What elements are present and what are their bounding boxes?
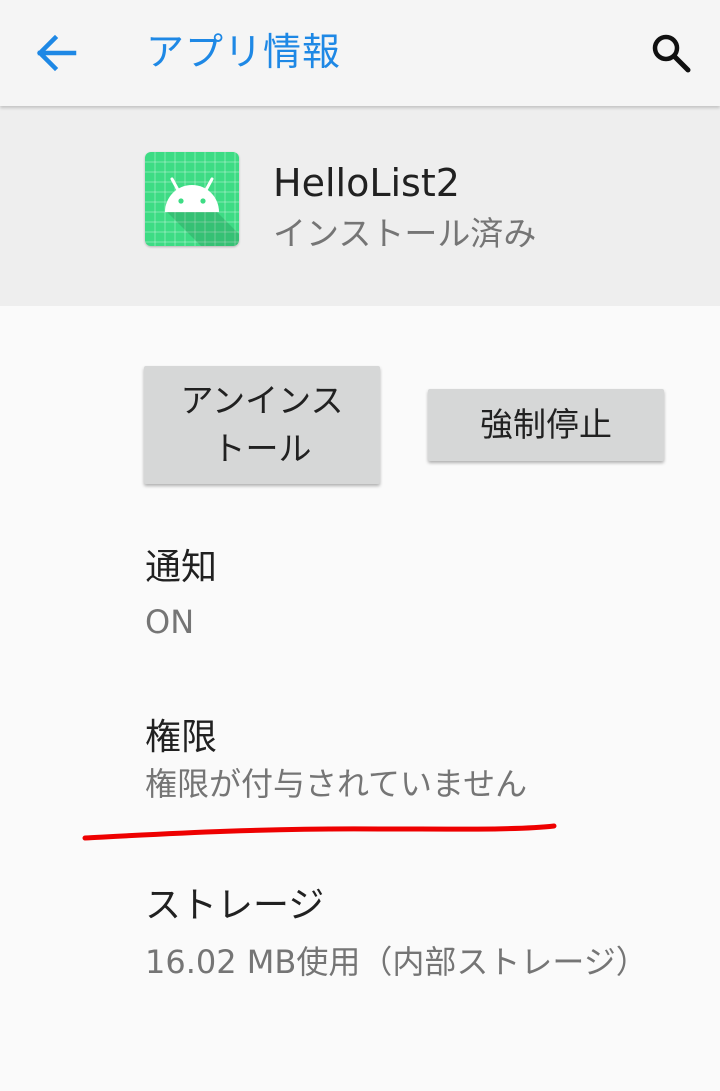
app-bar: アプリ情報 <box>0 0 720 106</box>
app-name: HelloList2 <box>273 161 460 205</box>
arrow-back-icon <box>36 34 77 72</box>
force-stop-button[interactable]: 強制停止 <box>428 389 664 461</box>
android-icon <box>145 152 239 246</box>
notifications-preference[interactable]: 通知 ON <box>145 542 645 648</box>
search-button[interactable] <box>648 30 694 76</box>
preference-title: ストレージ <box>145 885 325 926</box>
storage-preference[interactable]: ストレージ 16.02 MB使用（内部ストレージ） <box>145 880 648 988</box>
red-underline-annotation <box>82 823 557 841</box>
preference-summary: 権限が付与されていません <box>145 765 528 803</box>
search-icon <box>652 34 691 73</box>
preference-summary: 16.02 MB使用（内部ストレージ） <box>145 943 648 981</box>
preference-title: 権限 <box>145 717 218 758</box>
uninstall-button[interactable]: アンインストール <box>144 366 380 484</box>
permissions-preference[interactable]: 権限 権限が付与されていません <box>145 712 645 810</box>
preference-summary: ON <box>145 603 195 641</box>
app-install-status: インストール済み <box>273 214 537 253</box>
force-stop-button-label: 強制停止 <box>480 405 612 444</box>
page-title: アプリ情報 <box>146 30 342 74</box>
back-button[interactable] <box>32 30 82 76</box>
uninstall-button-label: アンインストール <box>180 381 344 468</box>
preference-title: 通知 <box>145 547 218 588</box>
